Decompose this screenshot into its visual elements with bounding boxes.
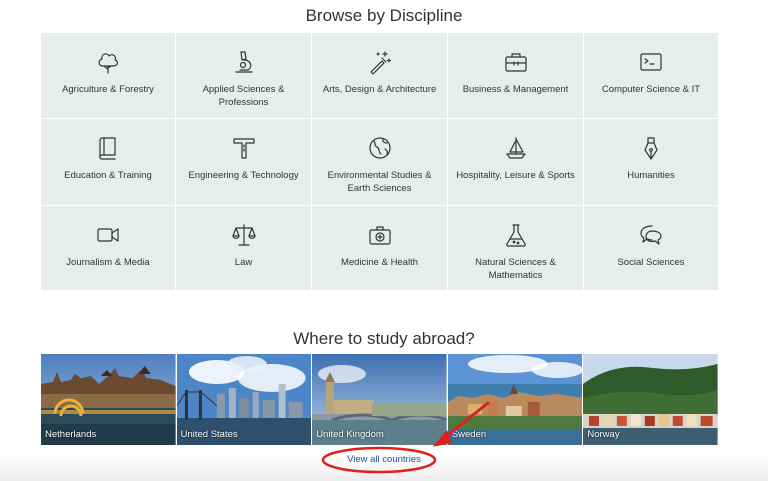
discipline-label: Education & Training bbox=[64, 170, 152, 181]
country-card-united-states[interactable]: United States bbox=[176, 354, 312, 445]
fountain-pen-icon bbox=[638, 135, 664, 161]
discipline-tile-business[interactable]: Business & Management bbox=[448, 33, 583, 118]
country-card-sweden[interactable]: Sweden bbox=[447, 354, 583, 445]
discipline-tile-journalism[interactable]: Journalism & Media bbox=[41, 206, 175, 290]
discipline-tile-engineering[interactable]: Engineering & Technology bbox=[176, 119, 311, 205]
discipline-label: Law bbox=[234, 257, 253, 268]
globe-icon bbox=[367, 135, 393, 161]
discipline-label: Journalism & Media bbox=[66, 257, 150, 268]
discipline-label: Environmental Studies & Earth Sciences bbox=[327, 170, 432, 194]
discipline-tile-computer-science[interactable]: Computer Science & IT bbox=[584, 33, 718, 118]
discipline-tile-hospitality[interactable]: Hospitality, Leisure & Sports bbox=[448, 119, 583, 205]
discipline-label: Hospitality, Leisure & Sports bbox=[456, 170, 575, 181]
discipline-tile-education[interactable]: Education & Training bbox=[41, 119, 175, 205]
t-square-icon bbox=[231, 135, 257, 161]
discipline-tile-arts-design[interactable]: Arts, Design & Architecture bbox=[312, 33, 447, 118]
view-all-countries-link-row: View all countries bbox=[0, 454, 768, 465]
discipline-tile-agriculture[interactable]: Agriculture & Forestry bbox=[41, 33, 175, 118]
discipline-label: Arts, Design & Architecture bbox=[322, 84, 437, 95]
country-card-netherlands[interactable]: Netherlands bbox=[41, 354, 176, 445]
discipline-tile-social-sciences[interactable]: Social Sciences bbox=[584, 206, 718, 290]
discipline-label: Computer Science & IT bbox=[601, 84, 701, 95]
country-name: United States bbox=[180, 429, 238, 440]
medical-kit-icon bbox=[367, 222, 393, 248]
tree-icon bbox=[95, 49, 121, 75]
discipline-label: Medicine & Health bbox=[340, 257, 419, 268]
discipline-tile-medicine[interactable]: Medicine & Health bbox=[312, 206, 447, 290]
country-name: United Kingdom bbox=[316, 429, 384, 440]
microscope-icon bbox=[231, 49, 257, 75]
flask-icon bbox=[503, 222, 529, 248]
browse-section-title: Browse by Discipline bbox=[305, 6, 463, 25]
country-name: Norway bbox=[587, 429, 620, 440]
book-icon bbox=[95, 135, 121, 161]
scales-icon bbox=[231, 222, 257, 248]
discipline-grid: Agriculture & Forestry Applied Sciences … bbox=[41, 33, 718, 290]
country-card-norway[interactable]: Norway bbox=[583, 354, 718, 445]
country-name: Sweden bbox=[451, 429, 487, 440]
briefcase-icon bbox=[503, 49, 529, 75]
discipline-tile-law[interactable]: Law bbox=[176, 206, 311, 290]
discipline-label: Agriculture & Forestry bbox=[62, 84, 154, 95]
country-strip: Netherlands United States United Kingdom… bbox=[41, 354, 718, 445]
discipline-label: Engineering & Technology bbox=[188, 170, 299, 181]
country-card-united-kingdom[interactable]: United Kingdom bbox=[312, 354, 447, 445]
discipline-label: Social Sciences bbox=[617, 257, 685, 268]
discipline-label: Humanities bbox=[627, 170, 675, 181]
discipline-label: Natural Sciences & Mathematics bbox=[475, 257, 556, 281]
video-camera-icon bbox=[95, 222, 121, 248]
country-name: Netherlands bbox=[45, 429, 97, 440]
discipline-tile-environmental[interactable]: Environmental Studies & Earth Sciences bbox=[312, 119, 447, 205]
discipline-tile-natural-sciences[interactable]: Natural Sciences & Mathematics bbox=[448, 206, 583, 290]
view-all-countries-link[interactable]: View all countries bbox=[347, 454, 421, 465]
discipline-label: Applied Sciences & Professions bbox=[202, 84, 285, 108]
discipline-tile-applied-sciences[interactable]: Applied Sciences & Professions bbox=[176, 33, 311, 118]
discipline-tile-humanities[interactable]: Humanities bbox=[584, 119, 718, 205]
discipline-label: Business & Management bbox=[462, 84, 569, 95]
sailboat-icon bbox=[503, 135, 529, 161]
magic-wand-icon bbox=[367, 49, 393, 75]
study-abroad-title: Where to study abroad? bbox=[293, 329, 475, 348]
terminal-icon bbox=[638, 49, 664, 75]
speech-bubbles-icon bbox=[638, 222, 664, 248]
